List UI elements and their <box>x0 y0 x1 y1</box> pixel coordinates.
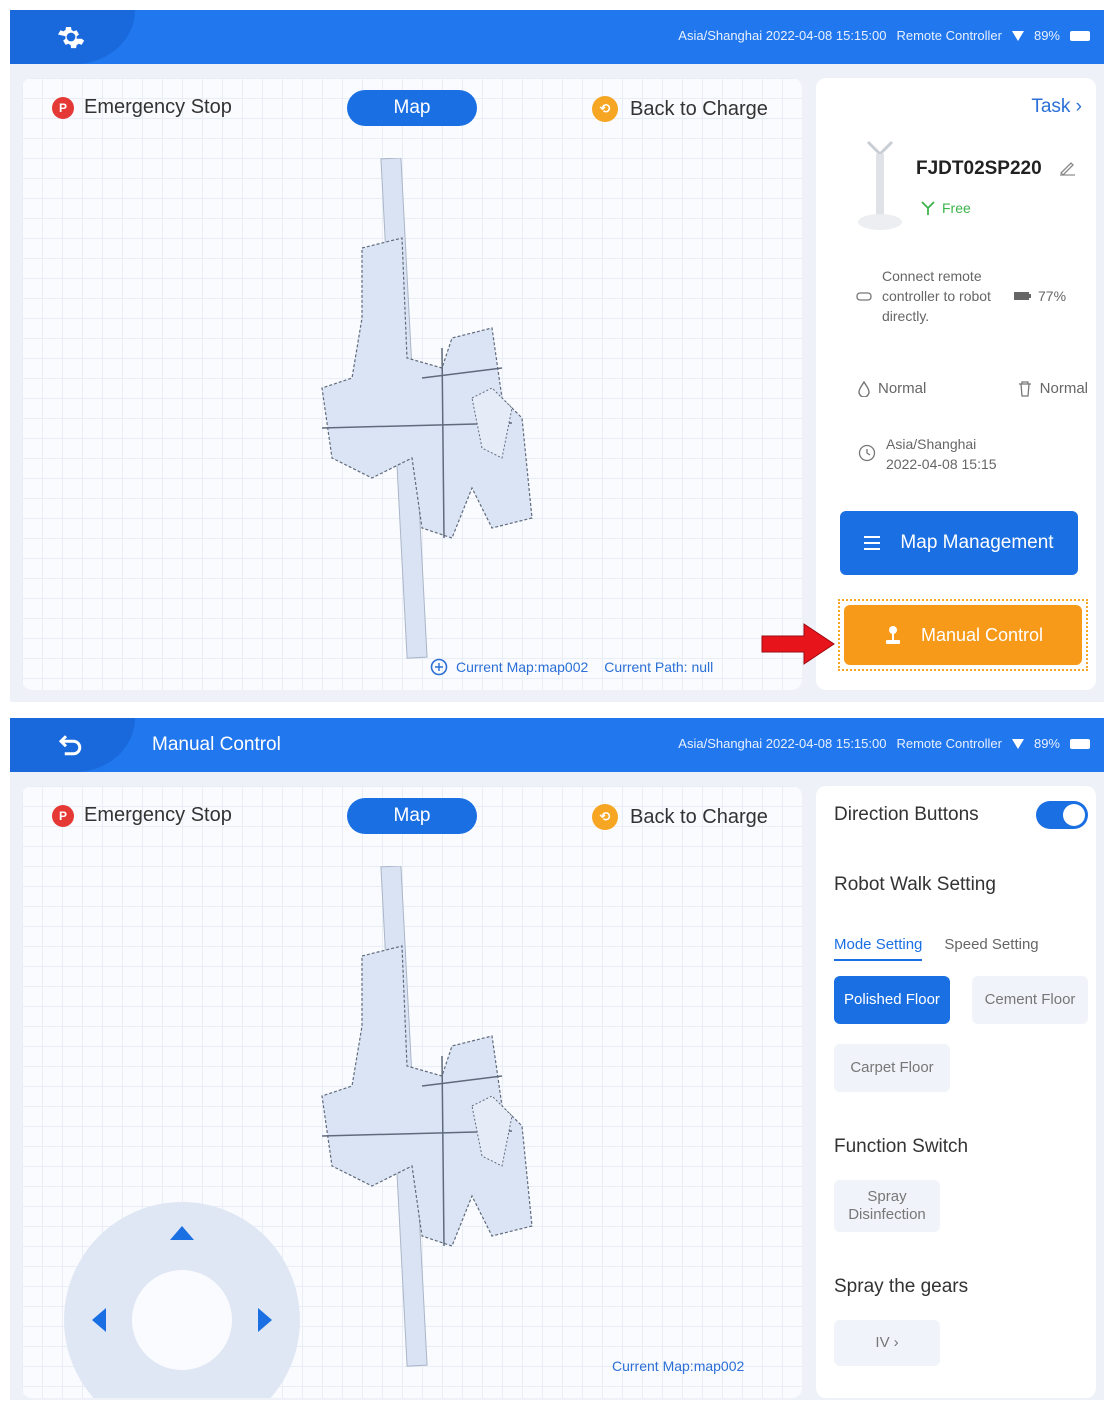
chevron-right-icon: › <box>893 1334 899 1351</box>
direction-pad[interactable] <box>64 1202 300 1398</box>
robot-timezone: Asia/Shanghai <box>886 436 977 452</box>
back-to-charge-button[interactable]: ⟲ Back to Charge <box>592 804 768 830</box>
mode-carpet-floor[interactable]: Carpet Floor <box>834 1044 950 1092</box>
emergency-stop-label: Emergency Stop <box>84 96 232 118</box>
map-tab[interactable]: Map <box>347 798 477 834</box>
task-link[interactable]: Task › <box>1031 96 1082 118</box>
robot-state-label: Free <box>942 200 971 216</box>
page-title: Manual Control <box>152 734 281 755</box>
manual-control-highlight: Manual Control <box>838 599 1088 671</box>
map-tab[interactable]: Map <box>347 90 477 126</box>
status-battery: 89% <box>1033 28 1060 43</box>
emergency-stop-label: Emergency Stop <box>84 804 232 826</box>
stop-icon: P <box>52 96 74 119</box>
floor-map[interactable] <box>292 866 552 1386</box>
gear-select[interactable]: IV › <box>834 1320 940 1366</box>
tab-mode-setting[interactable]: Mode Setting <box>834 936 923 961</box>
wifi-icon <box>1011 738 1024 749</box>
walk-setting-tabs: Mode Setting Speed Setting <box>834 936 1039 961</box>
map-info: Current Map:map002 <box>612 1358 744 1374</box>
current-map-label: Current Map:map002 <box>456 659 589 675</box>
map-management-button[interactable]: Map Management <box>840 511 1078 575</box>
charge-icon: ⟲ <box>592 96 618 122</box>
arrow-right-icon[interactable] <box>258 1308 272 1332</box>
status-mode: Remote Controller <box>896 736 1002 751</box>
wifi-icon <box>1011 30 1024 41</box>
robot-walk-setting-label: Robot Walk Setting <box>834 874 996 895</box>
emergency-stop-button[interactable]: P Emergency Stop <box>52 804 232 827</box>
tank-status-row: Normal Normal <box>858 380 1088 397</box>
status-battery: 89% <box>1033 736 1060 751</box>
edit-icon[interactable] <box>1058 158 1076 176</box>
connect-text: Connect remote controller to robot direc… <box>882 268 991 324</box>
remote-icon <box>856 292 872 301</box>
robot-time: 2022-04-08 15:15 <box>886 456 997 472</box>
battery-icon <box>1070 30 1090 41</box>
emergency-stop-button[interactable]: P Emergency Stop <box>52 96 232 119</box>
robot-time-row: Asia/Shanghai 2022-04-08 15:15 <box>858 434 997 474</box>
robot-info-panel: Task › FJDT02SP220 Free Connect remote c… <box>816 78 1096 690</box>
home-screen: Asia/Shanghai 2022-04-08 15:15:00 Remote… <box>10 10 1104 702</box>
chevron-right-icon: › <box>1075 96 1082 117</box>
robot-image <box>858 140 902 230</box>
arrow-up-icon[interactable] <box>170 1226 194 1240</box>
robot-battery: 77% <box>1014 288 1066 304</box>
map-info: Current Map:map002 Current Path: null <box>430 658 713 676</box>
spray-disinfection-option[interactable]: Spray Disinfection <box>834 1180 940 1232</box>
mode-cement-floor[interactable]: Cement Floor <box>972 976 1088 1024</box>
task-link-label: Task <box>1031 96 1071 117</box>
red-arrow-indicator <box>761 623 835 665</box>
stop-icon: P <box>52 804 74 827</box>
map-management-label: Map Management <box>900 532 1054 553</box>
status-mode: Remote Controller <box>896 28 1002 43</box>
water-status-label: Normal <box>878 380 927 397</box>
spray-gears-label: Spray the gears <box>834 1276 969 1297</box>
trash-icon <box>1018 380 1031 397</box>
status-datetime: Asia/Shanghai 2022-04-08 15:15:00 <box>678 28 887 43</box>
current-path-label: Current Path: null <box>604 659 714 675</box>
back-to-charge-label: Back to Charge <box>630 97 768 120</box>
joystick-icon <box>885 626 900 644</box>
floor-map[interactable] <box>292 158 552 678</box>
back-icon[interactable] <box>56 730 86 760</box>
back-to-charge-label: Back to Charge <box>630 805 768 828</box>
manual-control-label: Manual Control <box>920 624 1044 645</box>
gear-icon[interactable] <box>56 22 86 52</box>
gear-value: IV <box>875 1334 890 1351</box>
map-icon <box>430 658 448 676</box>
map-panel[interactable]: P Emergency Stop Map ⟲ Back to Charge Cu… <box>22 786 802 1398</box>
status-bar: Asia/Shanghai 2022-04-08 15:15:00 Remote… <box>678 28 1090 43</box>
arrow-left-icon[interactable] <box>92 1308 106 1332</box>
bin-status-label: Normal <box>1039 380 1088 397</box>
battery-icon <box>1070 738 1090 749</box>
antenna-icon <box>921 201 935 215</box>
water-drop-icon <box>858 380 870 397</box>
water-status: Normal <box>858 380 926 397</box>
robot-name: FJDT02SP220 <box>916 158 1042 179</box>
robot-state: Free <box>920 200 971 216</box>
direction-pad-center <box>132 1270 232 1370</box>
manual-control-button[interactable]: Manual Control <box>844 605 1082 665</box>
back-to-charge-button[interactable]: ⟲ Back to Charge <box>592 96 768 122</box>
direction-buttons-label: Direction Buttons <box>834 804 979 825</box>
direction-buttons-toggle[interactable] <box>1036 801 1088 829</box>
top-bar: Manual Control Asia/Shanghai 2022-04-08 … <box>10 718 1104 772</box>
battery-icon <box>1014 292 1031 300</box>
bin-status: Normal <box>1018 380 1088 397</box>
current-map-label: Current Map:map002 <box>612 1358 745 1374</box>
function-switch-label: Function Switch <box>834 1136 969 1157</box>
list-icon <box>864 536 881 550</box>
settings-panel: Direction Buttons Robot Walk Setting Mod… <box>816 786 1096 1398</box>
charge-icon: ⟲ <box>592 804 618 830</box>
top-bar: Asia/Shanghai 2022-04-08 15:15:00 Remote… <box>10 10 1104 64</box>
robot-battery-value: 77% <box>1038 288 1067 304</box>
connection-row: Connect remote controller to robot direc… <box>856 266 1086 326</box>
map-panel[interactable]: P Emergency Stop Map ⟲ Back to Charge Cu… <box>22 78 802 690</box>
clock-icon <box>858 444 876 462</box>
tab-speed-setting[interactable]: Speed Setting <box>944 936 1038 961</box>
status-datetime: Asia/Shanghai 2022-04-08 15:15:00 <box>678 736 887 751</box>
mode-polished-floor[interactable]: Polished Floor <box>834 976 950 1024</box>
status-bar: Asia/Shanghai 2022-04-08 15:15:00 Remote… <box>678 736 1090 751</box>
manual-control-screen: Manual Control Asia/Shanghai 2022-04-08 … <box>10 718 1104 1400</box>
